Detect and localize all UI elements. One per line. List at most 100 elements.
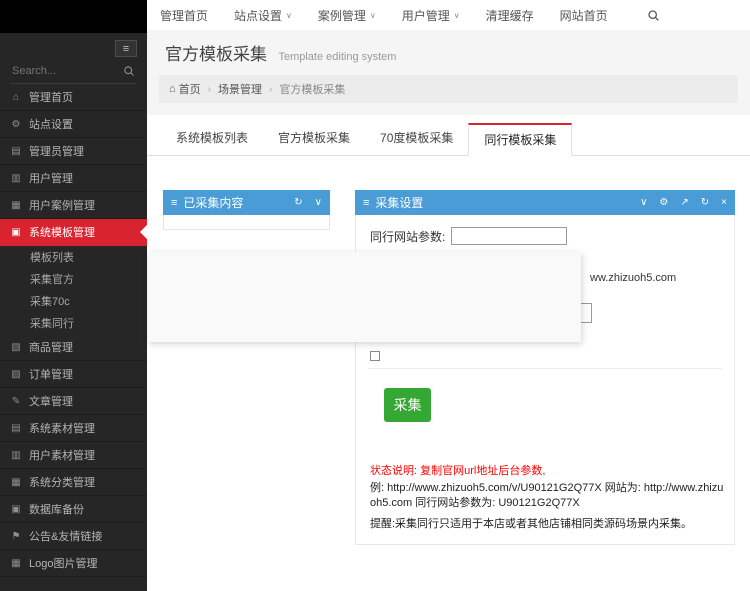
collected-panel-header: ≡ 已采集内容 ↻ ∨	[163, 190, 330, 215]
sidebar-item-orders[interactable]: ▨ 订单管理	[0, 361, 147, 388]
sidebar-item-label: 商品管理	[29, 342, 73, 354]
sidebar-item-label: Logo图片管理	[29, 558, 98, 570]
topbar-item-site-settings[interactable]: 站点设置 ∨	[221, 0, 305, 30]
sidebar-item-label: 管理员管理	[29, 146, 84, 158]
breadcrumb-separator: ›	[269, 83, 273, 95]
expand-icon[interactable]: ↗	[680, 197, 688, 208]
chevron-down-icon: ∨	[286, 10, 292, 20]
sidebar-item-label: 系统素材管理	[29, 423, 95, 435]
settings-panel-header: ≡ 采集设置 ∨ ⚙ ↗ ↻ ×	[355, 190, 735, 215]
submenu-item-label: 模板列表	[30, 252, 74, 264]
settings-panel: ≡ 采集设置 ∨ ⚙ ↗ ↻ × 同行网站参数: ww.zhizuoh5.com	[355, 190, 735, 545]
submenu-item-label: 采集70c	[30, 296, 70, 308]
list-icon: ≡	[171, 196, 178, 209]
gear-icon[interactable]: ⚙	[659, 197, 668, 208]
sidebar-item-user-management[interactable]: ▥ 用户管理	[0, 165, 147, 192]
collect-button[interactable]: 采集	[384, 388, 431, 422]
breadcrumb-home[interactable]: ⌂ 首页	[169, 81, 201, 97]
sidebar-item-label: 管理首页	[29, 92, 73, 104]
submenu-item-template-list[interactable]: 模板列表	[0, 246, 147, 268]
topbar-search-icon[interactable]	[637, 0, 670, 30]
sidebar-item-db-backup[interactable]: ▣ 数据库备份	[0, 496, 147, 523]
topbar-item-site-home[interactable]: 网站首页	[547, 0, 621, 30]
sidebar-item-label: 用户管理	[29, 173, 73, 185]
app: { "topbar": { "caret": "∨", "items": [ {…	[0, 0, 750, 591]
assets-icon: ▤	[11, 422, 21, 434]
tip-text: 提醒:采集同行只适用于本店或者其他店铺相同类源码场景内采集。	[370, 518, 693, 530]
chevron-down-icon: ∨	[453, 10, 460, 20]
sidebar-item-label: 文章管理	[29, 396, 73, 408]
sidebar-item-announcements[interactable]: ⚑ 公告&友情链接	[0, 523, 147, 550]
submenu-item-collect-70c[interactable]: 采集70c	[0, 290, 147, 312]
sidebar-item-system-assets[interactable]: ▤ 系统素材管理	[0, 415, 147, 442]
sidebar-item-categories[interactable]: ▦ 系统分类管理	[0, 469, 147, 496]
sidebar-item-system-templates[interactable]: ▣ 系统模板管理	[0, 219, 147, 246]
example-text: 例: http://www.zhizuoh5.com/v/U90121G2Q77…	[370, 482, 724, 509]
close-icon[interactable]: ×	[721, 197, 727, 208]
submenu-item-label: 采集官方	[30, 274, 74, 286]
status-note: 状态说明: 复制官网url地址后台参数,	[370, 465, 546, 477]
topbar-item-label: 用户管理	[401, 8, 450, 23]
breadcrumb-label: 首页	[178, 84, 201, 96]
topbar-item-admin-home[interactable]: 管理首页	[147, 0, 221, 30]
tab-system-template-list[interactable]: 系统模板列表	[161, 123, 263, 155]
topbar-item-clear-cache[interactable]: 清理缓存	[473, 0, 547, 30]
sidebar-toggle-row: ≡	[0, 33, 147, 60]
sidebar-item-logo[interactable]: ▦ Logo图片管理	[0, 550, 147, 577]
option-checkbox[interactable]	[370, 351, 380, 361]
topbar: 管理首页 站点设置 ∨ 案例管理 ∨ 用户管理 ∨ 清理缓存 网站首页	[147, 0, 750, 30]
topbar-item-user-management[interactable]: 用户管理 ∨	[389, 0, 473, 30]
sidebar-item-label: 公告&友情链接	[29, 531, 103, 543]
hamburger-icon[interactable]: ≡	[115, 40, 137, 57]
page-subtitle: Template editing system	[278, 51, 397, 63]
search-icon	[124, 66, 134, 76]
image-icon: ▦	[11, 557, 21, 569]
tab-official-collect[interactable]: 官方模板采集	[263, 123, 365, 155]
home-icon: ⌂	[169, 83, 176, 95]
sidebar-item-user-cases[interactable]: ▦ 用户案例管理	[0, 192, 147, 219]
panels-area: ≡ 已采集内容 ↻ ∨ ≡ 采集设置 ∨ ⚙ ↗ ↻ × 同行网站参数: ww.…	[147, 156, 750, 591]
page-title: 官方模板采集	[165, 45, 267, 64]
gear-icon: ⚙	[11, 118, 21, 130]
breadcrumb-separator: ›	[207, 83, 211, 95]
sidebar-item-goods[interactable]: ▧ 商品管理	[0, 334, 147, 361]
chevron-down-icon: ∨	[369, 10, 376, 20]
database-icon: ▣	[11, 503, 21, 515]
goods-icon: ▧	[11, 341, 21, 353]
edit-icon: ✎	[11, 395, 21, 407]
templates-icon: ▣	[11, 226, 21, 238]
sidebar-item-label: 用户案例管理	[29, 200, 95, 212]
sidebar-search	[10, 62, 137, 84]
sidebar-item-label: 系统模板管理	[29, 227, 95, 239]
topbar-item-case-management[interactable]: 案例管理 ∨	[305, 0, 389, 30]
tab-70-collect[interactable]: 70度模板采集	[365, 123, 468, 155]
sidebar-item-admin-management[interactable]: ▤ 管理员管理	[0, 138, 147, 165]
chevron-down-icon[interactable]: ∨	[315, 197, 322, 208]
flag-icon: ⚑	[11, 530, 21, 542]
topbar-item-label: 站点设置	[234, 8, 283, 23]
admins-icon: ▤	[11, 145, 21, 157]
page-header: 官方模板采集 Template editing system ⌂ 首页 › 场景…	[147, 30, 750, 115]
tab-peer-collect[interactable]: 同行模板采集	[468, 123, 573, 156]
sidebar-search-input[interactable]	[12, 65, 123, 77]
topbar-item-label: 案例管理	[317, 8, 366, 23]
topbar-item-label: 网站首页	[559, 8, 608, 23]
home-icon: ⌂	[12, 91, 20, 103]
submenu-item-label: 采集同行	[30, 318, 74, 330]
sidebar-item-home[interactable]: ⌂ 管理首页	[0, 84, 147, 111]
submenu-item-collect-official[interactable]: 采集官方	[0, 268, 147, 290]
url-text-fragment: ww.zhizuoh5.com	[590, 272, 677, 284]
refresh-icon[interactable]: ↻	[701, 197, 709, 208]
submenu-item-collect-peer[interactable]: 采集同行	[0, 312, 147, 334]
peer-param-row: 同行网站参数:	[370, 227, 568, 245]
collected-panel-title: 已采集内容	[183, 196, 244, 210]
sidebar-item-user-assets[interactable]: ▥ 用户素材管理	[0, 442, 147, 469]
breadcrumb-scene-management[interactable]: 场景管理	[218, 81, 262, 97]
sidebar-item-site-settings[interactable]: ⚙ 站点设置	[0, 111, 147, 138]
sidebar-item-articles[interactable]: ✎ 文章管理	[0, 388, 147, 415]
refresh-icon[interactable]: ↻	[294, 197, 302, 208]
chevron-down-icon[interactable]: ∨	[640, 197, 647, 208]
collected-panel: ≡ 已采集内容 ↻ ∨	[163, 190, 330, 230]
user-cases-icon: ▦	[11, 199, 21, 211]
peer-param-input[interactable]	[451, 227, 568, 245]
